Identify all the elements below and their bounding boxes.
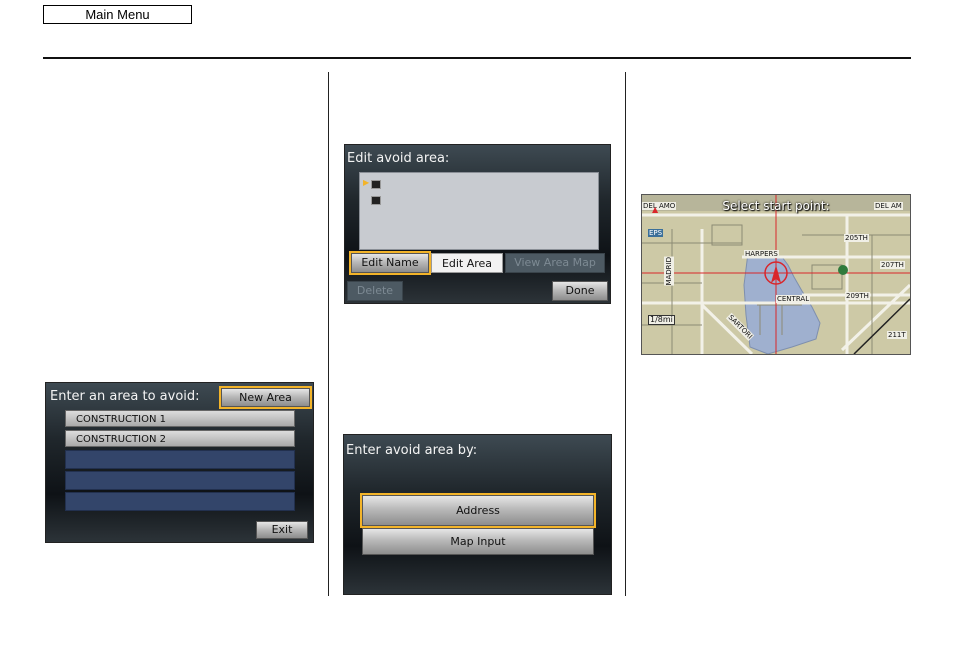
road-label: DEL AMO (642, 202, 677, 210)
map-input-button[interactable]: Map Input (362, 528, 594, 555)
delete-button[interactable]: Delete (347, 281, 403, 301)
list-item-empty[interactable] (65, 450, 295, 469)
name-icon (371, 180, 381, 189)
poi-icon (838, 265, 848, 275)
area-icon (371, 196, 381, 205)
view-area-map-button[interactable]: View Area Map (505, 253, 605, 273)
edit-name-button[interactable]: Edit Name (349, 251, 431, 275)
top-divider (43, 57, 911, 59)
screen-title: Enter avoid area by: (346, 443, 478, 458)
address-button[interactable]: Address (360, 493, 596, 528)
exit-button[interactable]: Exit (256, 521, 308, 539)
map-canvas[interactable] (642, 195, 910, 354)
pointer-arrow-icon: ▶ (363, 178, 370, 187)
road-label: 209TH (845, 292, 870, 300)
enter-avoid-area-by-screen: Enter avoid area by: Address Map Input (343, 434, 612, 595)
road-label: 211T (887, 331, 907, 339)
map-banner: Select start point: (722, 199, 830, 213)
list-item-empty[interactable] (65, 492, 295, 511)
main-menu-button[interactable]: Main Menu (43, 5, 192, 24)
map-scale: 1/8mi (648, 315, 675, 325)
column-divider-2 (625, 72, 626, 596)
road-label: 205TH (844, 234, 869, 242)
road-label: 207TH (880, 261, 905, 269)
road-label: CENTRAL (776, 295, 811, 303)
list-item[interactable]: CONSTRUCTION 2 (65, 430, 295, 447)
list-item[interactable]: CONSTRUCTION 1 (65, 410, 295, 427)
edit-area-button[interactable]: Edit Area (431, 253, 503, 273)
area-details-panel: ▶ (359, 172, 599, 250)
avoid-area-list-screen: Enter an area to avoid: New Area CONSTRU… (45, 382, 314, 543)
road-label: MADRID (664, 257, 674, 286)
screen-title: Enter an area to avoid: (50, 389, 200, 404)
list-item-empty[interactable] (65, 471, 295, 490)
new-area-button[interactable]: New Area (219, 386, 312, 409)
poi-tag: EPS (648, 229, 664, 237)
done-button[interactable]: Done (552, 281, 608, 301)
road-label: DEL AM (874, 202, 903, 210)
map-screen[interactable]: Select start point: DEL AMO DEL AM 205TH… (641, 194, 911, 355)
column-divider-1 (328, 72, 329, 596)
north-arrow-icon: ▲ (652, 205, 659, 214)
road-label: HARPERS (744, 250, 779, 258)
screen-title: Edit avoid area: (347, 151, 450, 166)
edit-avoid-area-screen: Edit avoid area: ▶ Edit Name Edit Area V… (344, 144, 611, 304)
